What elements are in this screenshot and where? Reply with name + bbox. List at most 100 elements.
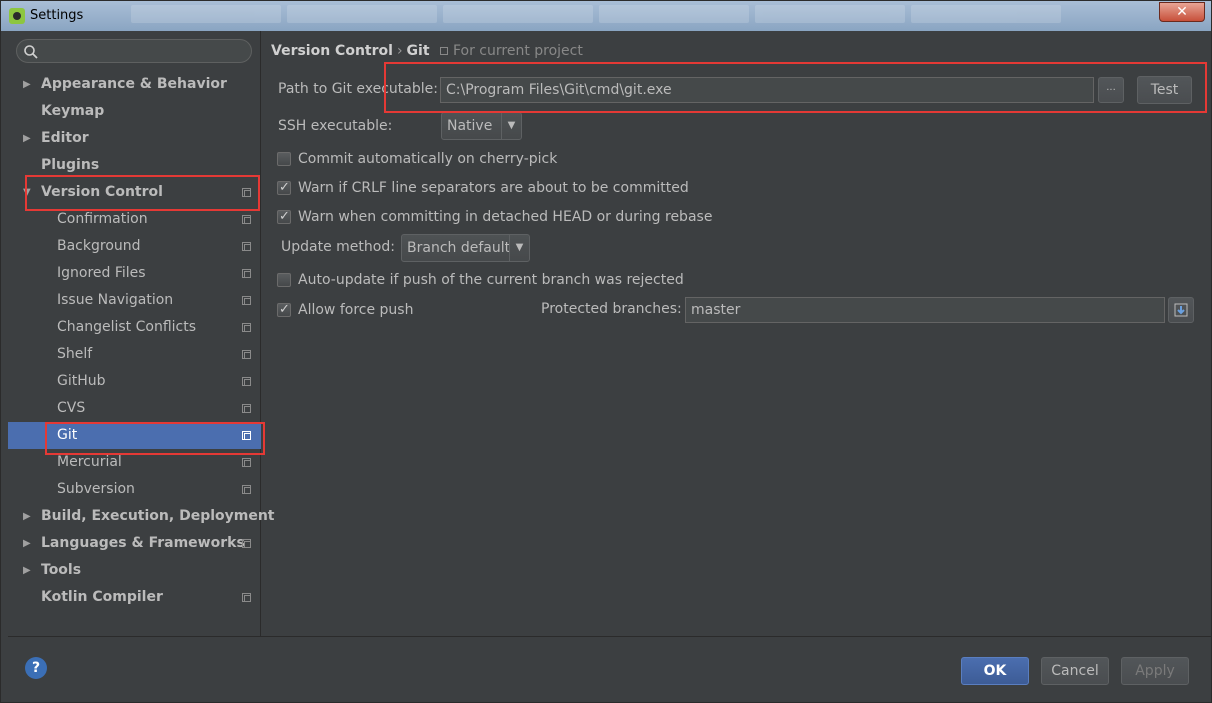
sidebar-item-mercurial[interactable]: Mercurial [8, 449, 261, 476]
protected-branches-input[interactable]: master [685, 297, 1165, 323]
title-bar: Settings ✕ [1, 1, 1211, 31]
project-scope-icon [242, 296, 251, 305]
protected-branches-label: Protected branches: [541, 301, 682, 317]
sidebar-item-github[interactable]: GitHub [8, 368, 261, 395]
sidebar-item-issue-navigation[interactable]: Issue Navigation [8, 287, 261, 314]
allow-force-push-label: Allow force push [298, 302, 414, 318]
warn-detached-head-checkbox[interactable] [277, 206, 291, 228]
ssh-select-value: Native [447, 118, 493, 134]
project-scope-icon [439, 47, 448, 55]
sidebar-item-label: Mercurial [57, 454, 122, 470]
project-scope-icon [242, 323, 251, 332]
sidebar-item-build-execution-deployment[interactable]: ▶ Build, Execution, Deployment [8, 503, 275, 530]
scope-text: For current project [452, 43, 583, 59]
project-scope-icon [242, 215, 251, 224]
sidebar-item-version-control[interactable]: ▼ Version Control [8, 179, 261, 206]
sidebar-item-shelf[interactable]: Shelf [8, 341, 261, 368]
project-scope-icon [242, 188, 251, 197]
sidebar-item-label: Build, Execution, Deployment [41, 508, 275, 524]
sidebar-item-label: Kotlin Compiler [41, 589, 163, 605]
settings-sidebar: ▶ Appearance & Behavior Keymap ▶ Editor Plugi… [8, 31, 275, 636]
android-studio-icon [9, 8, 25, 24]
project-scope-icon [242, 485, 251, 494]
sidebar-item-label: Tools [41, 562, 82, 578]
search-input[interactable] [16, 39, 252, 63]
close-button[interactable]: ✕ [1159, 2, 1205, 22]
background-taskbar [131, 5, 1061, 25]
sidebar-item-label: Keymap [41, 103, 105, 119]
dialog-footer: ? OK Cancel Apply [8, 636, 1211, 702]
sidebar-item-subversion[interactable]: Subversion [8, 476, 261, 503]
project-scope-icon [242, 269, 251, 278]
sidebar-item-git[interactable]: Git [8, 422, 261, 449]
sidebar-item-editor[interactable]: ▶ Editor [8, 125, 261, 152]
sidebar-item-kotlin-compiler[interactable]: Kotlin Compiler [8, 584, 261, 611]
sidebar-item-label: Languages & Frameworks [41, 535, 245, 551]
project-scope-icon [242, 458, 251, 467]
sidebar-item-label: CVS [57, 400, 86, 416]
breadcrumb-separator: › [396, 43, 403, 59]
sidebar-item-label: Editor [41, 130, 89, 146]
project-scope-icon [242, 539, 251, 548]
window-title: Settings [30, 8, 84, 23]
update-method-select[interactable]: Branch default ▼ [401, 234, 530, 262]
sidebar-item-languages-frameworks[interactable]: ▶ Languages & Frameworks [8, 530, 261, 557]
tree-collapsed-icon[interactable]: ▶ [23, 530, 31, 557]
expand-field-button[interactable] [1168, 297, 1194, 323]
scope-label: For current project [439, 43, 583, 59]
git-path-input[interactable]: C:\Program Files\Git\cmd\git.exe [440, 77, 1094, 103]
sidebar-item-background[interactable]: Background [8, 233, 261, 260]
sidebar-item-plugins[interactable]: Plugins [8, 152, 261, 179]
sidebar-item-cvs[interactable]: CVS [8, 395, 261, 422]
sidebar-item-label: Ignored Files [57, 265, 146, 281]
sidebar-item-label: GitHub [57, 373, 106, 389]
chevron-down-icon: ▼ [501, 113, 521, 139]
sidebar-item-label: Changelist Conflicts [57, 319, 197, 335]
sidebar-item-appearance-behavior[interactable]: ▶ Appearance & Behavior [8, 71, 261, 98]
browse-button[interactable]: ... [1098, 77, 1124, 103]
test-button[interactable]: Test [1137, 76, 1192, 104]
project-scope-icon [242, 377, 251, 386]
search-icon [23, 44, 39, 60]
tree-collapsed-icon[interactable]: ▶ [23, 557, 31, 584]
sidebar-item-label: Version Control [41, 184, 163, 200]
cancel-button[interactable]: Cancel [1041, 657, 1109, 685]
ssh-executable-select[interactable]: Native ▼ [441, 112, 522, 140]
sidebar-item-changelist-conflicts[interactable]: Changelist Conflicts [8, 314, 261, 341]
sidebar-item-keymap[interactable]: Keymap [8, 98, 261, 125]
allow-force-push-checkbox[interactable] [277, 299, 291, 321]
sidebar-item-label: Appearance & Behavior [41, 76, 227, 92]
sidebar-item-confirmation[interactable]: Confirmation [8, 206, 261, 233]
ok-button[interactable]: OK [961, 657, 1029, 685]
auto-update-checkbox[interactable] [277, 273, 291, 287]
sidebar-item-label: Issue Navigation [57, 292, 174, 308]
warn-crlf-label: Warn if CRLF line separators are about t… [298, 180, 689, 196]
ssh-label: SSH executable: [278, 118, 393, 134]
commit-cherry-pick-label: Commit automatically on cherry-pick [298, 151, 558, 167]
tree-expanded-icon[interactable]: ▼ [23, 179, 31, 206]
sidebar-item-label: Plugins [41, 157, 100, 173]
tree-collapsed-icon[interactable]: ▶ [23, 503, 31, 530]
breadcrumb-parent[interactable]: Version Control [271, 43, 393, 59]
commit-cherry-pick-checkbox[interactable] [277, 152, 291, 166]
sidebar-item-label: Confirmation [57, 211, 148, 227]
auto-update-label: Auto-update if push of the current branc… [298, 272, 684, 288]
chevron-down-icon: ▼ [509, 235, 529, 261]
breadcrumb-current: Git [406, 43, 430, 59]
settings-window: Settings ✕ ▶ Appearance & Behavior Keymap ▶… [0, 0, 1212, 703]
help-icon[interactable]: ? [25, 657, 47, 679]
sidebar-item-label: Git [57, 427, 78, 443]
sidebar-item-ignored-files[interactable]: Ignored Files [8, 260, 261, 287]
sidebar-item-label: Shelf [57, 346, 93, 362]
expand-icon [1174, 303, 1188, 317]
git-path-label: Path to Git executable: [278, 81, 438, 97]
tree-collapsed-icon[interactable]: ▶ [23, 71, 31, 98]
project-scope-icon [242, 431, 251, 440]
tree-collapsed-icon[interactable]: ▶ [23, 125, 31, 152]
apply-button[interactable]: Apply [1121, 657, 1189, 685]
project-scope-icon [242, 350, 251, 359]
warn-detached-head-label: Warn when committing in detached HEAD or… [298, 209, 713, 225]
sidebar-item-tools[interactable]: ▶ Tools [8, 557, 261, 584]
warn-crlf-checkbox[interactable] [277, 177, 291, 199]
project-scope-icon [242, 242, 251, 251]
